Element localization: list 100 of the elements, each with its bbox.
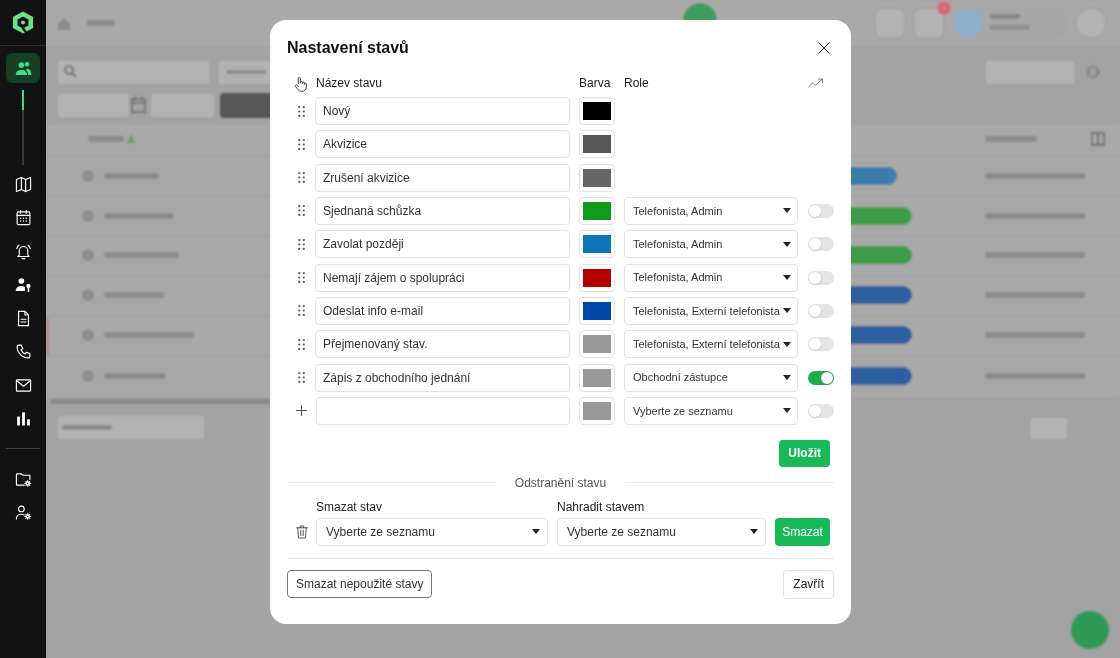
- toggle-switch[interactable]: [808, 237, 834, 252]
- drag-handle-icon[interactable]: [297, 238, 305, 250]
- state-name-input[interactable]: [316, 396, 570, 425]
- row-icon: [82, 329, 94, 341]
- blurred-text: [985, 136, 1037, 142]
- delete-state-select[interactable]: Vyberte ze seznamu: [316, 517, 548, 546]
- notification-badge-icon: [937, 1, 951, 15]
- drag-handle-icon[interactable]: [297, 305, 305, 317]
- role-select[interactable]: Telefonista, Externí telefonista: [624, 296, 798, 325]
- color-picker-button[interactable]: [579, 97, 615, 125]
- drag-handle-icon[interactable]: [297, 205, 305, 217]
- row-icon: [82, 289, 94, 301]
- caret-icon: [532, 529, 540, 535]
- drag-handle-icon[interactable]: [297, 138, 305, 150]
- drag-handle-icon[interactable]: [297, 272, 305, 284]
- drag-handle-icon[interactable]: [297, 172, 305, 184]
- plus-icon[interactable]: [295, 405, 307, 417]
- role-select[interactable]: Telefonista, Externí telefonista: [624, 330, 798, 359]
- color-picker-button[interactable]: [579, 396, 615, 425]
- blurred-text: [104, 173, 159, 179]
- state-name-input[interactable]: Sjednaná schůzka: [315, 197, 570, 225]
- replacement-state-select[interactable]: Vyberte ze seznamu: [557, 517, 766, 546]
- toggle-switch[interactable]: [808, 370, 834, 385]
- blurred-text: [104, 373, 166, 379]
- color-picker-button[interactable]: [579, 197, 615, 225]
- caret-icon: [783, 208, 791, 214]
- color-picker-button[interactable]: [579, 230, 615, 259]
- column-header: Název stavu: [315, 75, 384, 92]
- color-picker-button[interactable]: [579, 363, 615, 392]
- blurred-text: [104, 292, 164, 298]
- calendar-icon: [14, 209, 32, 226]
- state-name-input[interactable]: Přejmenovaný stav.: [315, 330, 570, 359]
- toggle-switch[interactable]: [808, 303, 834, 318]
- hand-pointer-icon: [294, 77, 308, 92]
- state-name-input[interactable]: Odeslat info e-mail: [315, 296, 570, 325]
- row-marker: [46, 318, 49, 356]
- toggle-switch[interactable]: [808, 270, 834, 285]
- color-picker-button[interactable]: [579, 263, 615, 292]
- drag-handle-icon[interactable]: [297, 105, 305, 117]
- close-button[interactable]: Zavřít: [783, 569, 834, 599]
- date-field[interactable]: [56, 92, 131, 119]
- blurred-text: [990, 14, 1020, 19]
- user-key-icon: [14, 276, 32, 293]
- role-select[interactable]: Telefonista, Admin: [624, 197, 798, 225]
- column-header: Role: [624, 75, 650, 92]
- color-picker-button[interactable]: [579, 296, 615, 325]
- state-name-input[interactable]: Zrušení akvizice: [315, 163, 570, 192]
- section-heading: Odstranění stavu: [513, 474, 608, 492]
- state-name-input[interactable]: Nový: [315, 97, 570, 125]
- blurred-text: [87, 20, 115, 26]
- color-picker-button[interactable]: [579, 130, 615, 159]
- logo-icon[interactable]: [12, 10, 34, 35]
- role-select[interactable]: Obchodní zástupce: [624, 363, 798, 392]
- caret-icon: [783, 408, 791, 414]
- sidebar-item[interactable]: [6, 53, 40, 83]
- trash-icon: [295, 524, 308, 539]
- search-field[interactable]: [56, 59, 211, 86]
- role-select[interactable]: Vyberte ze seznamu: [624, 396, 798, 425]
- role-select[interactable]: Telefonista, Admin: [624, 230, 798, 259]
- caret-icon: [783, 241, 791, 247]
- user-gear-icon: [14, 504, 32, 521]
- drag-handle-icon[interactable]: [297, 338, 305, 350]
- blurred-text: [88, 136, 124, 142]
- caret-icon: [783, 341, 791, 347]
- toggle-switch[interactable]: [808, 337, 834, 352]
- avatar-icon: [954, 9, 982, 37]
- home-icon: [58, 18, 70, 30]
- row-icon: [82, 370, 94, 382]
- role-select[interactable]: Telefonista, Admin: [624, 263, 798, 292]
- state-name-input[interactable]: Akvizice: [315, 130, 570, 159]
- caret-icon: [750, 529, 758, 535]
- map-icon: [14, 175, 32, 193]
- columns-icon: [1091, 132, 1105, 146]
- state-name-input[interactable]: Zavolat později: [315, 230, 570, 259]
- field-label: Smazat stav: [316, 498, 384, 516]
- sort-arrow-icon: [127, 134, 135, 143]
- state-name-input[interactable]: Zápis z obchodního jednání: [315, 363, 570, 392]
- mail-icon: [14, 376, 32, 394]
- folder-gear-icon: [14, 470, 32, 488]
- caret-icon: [783, 375, 791, 381]
- dialog-title: Nastavení stavů: [287, 38, 409, 58]
- toggle-switch[interactable]: [808, 403, 834, 418]
- close-icon[interactable]: [818, 42, 830, 54]
- state-name-input[interactable]: Nemají zájem o spolupráci: [315, 263, 570, 292]
- color-picker-button[interactable]: [579, 330, 615, 359]
- row-icon: [82, 170, 94, 182]
- blurred-text: [104, 213, 174, 219]
- users-icon: [14, 59, 32, 77]
- blurred-text: [990, 25, 1030, 30]
- bell-icon: [14, 242, 32, 260]
- delete-unused-button[interactable]: Smazat nepoužité stavy: [287, 570, 433, 599]
- settings-icon: [1086, 65, 1100, 79]
- calendar-icon: [131, 96, 146, 113]
- search-icon: [64, 65, 77, 78]
- row-icon: [82, 210, 94, 222]
- drag-handle-icon[interactable]: [297, 372, 305, 384]
- color-picker-button[interactable]: [579, 163, 615, 192]
- field-label: Nahradit stavem: [557, 498, 645, 516]
- toggle-switch[interactable]: [808, 204, 834, 218]
- phone-icon: [14, 343, 32, 360]
